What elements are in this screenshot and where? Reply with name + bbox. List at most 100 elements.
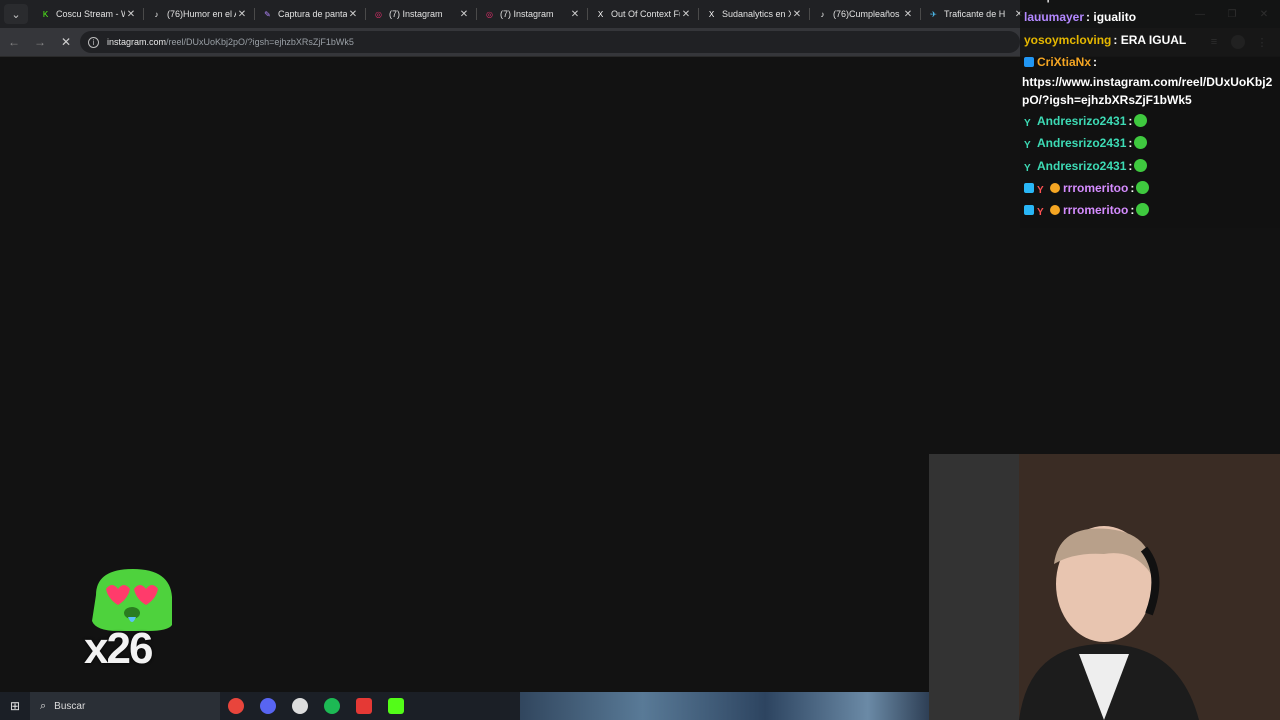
kick-icon: K	[42, 9, 49, 19]
instagram-icon: ◎	[375, 9, 382, 19]
obs-icon[interactable]	[284, 692, 316, 720]
taskbar-wallpaper-strip	[520, 692, 929, 720]
chat-partial-line: complete	[1024, 0, 1072, 3]
tab-close-icon[interactable]: ✕	[569, 9, 581, 20]
search-label: Buscar	[54, 700, 86, 712]
tab-title: (76)Cumpleaños d	[833, 9, 902, 19]
tab-title: Traficante de H	[944, 9, 1006, 19]
chat-separator: :	[1113, 33, 1118, 47]
emote-icon	[1136, 181, 1150, 194]
windows-start-icon[interactable]: ⊞	[0, 692, 30, 720]
tab-title: Coscu Stream - W	[56, 9, 125, 19]
chat-text: ERA IGUAL	[1120, 33, 1187, 47]
badge-icon: Y	[1037, 185, 1044, 196]
taskbar-search[interactable]: ⌕ Buscar	[30, 692, 220, 720]
streamer-image	[929, 454, 1280, 720]
chat-username: rrromeritoo	[1063, 181, 1129, 195]
chat-message: Y Andresrizo2431:	[1024, 114, 1148, 129]
tab-title: Captura de panta	[278, 9, 347, 19]
discord-icon[interactable]	[252, 692, 284, 720]
instagram-icon: ◎	[486, 9, 493, 19]
browser-tab[interactable]: ◎ (7) Instagram ✕	[476, 0, 587, 28]
chat-message: CriXtiaNx:	[1024, 55, 1097, 69]
chat-message: Yrrromeritoo:	[1024, 203, 1150, 218]
tab-title: (7) Instagram	[500, 9, 554, 19]
emote-count: x26	[84, 624, 153, 673]
tab-title: (76)Humor en el A	[167, 9, 236, 19]
tab-close-icon[interactable]: ✕	[902, 9, 914, 20]
pen-icon: ✎	[264, 9, 271, 19]
tab-close-icon[interactable]: ✕	[458, 9, 470, 20]
chat-username: Andresrizo2431	[1037, 159, 1127, 173]
badge-icon	[1050, 205, 1060, 215]
tab-title: Out Of Context Fu	[611, 9, 680, 19]
chat-message: yosoymcloving: ERA IGUAL	[1024, 33, 1186, 47]
chat-username: yosoymcloving	[1024, 33, 1112, 47]
tab-close-icon[interactable]: ✕	[125, 9, 137, 20]
forward-button[interactable]: →	[28, 30, 52, 54]
browser-tab[interactable]: ✎ Captura de panta ✕	[254, 0, 365, 28]
tab-title: (7) Instagram	[389, 9, 443, 19]
back-button[interactable]: ←	[2, 30, 26, 54]
badge-icon: Y	[1037, 207, 1044, 218]
tiktok-icon: ♪	[820, 9, 825, 19]
badge-icon	[1024, 183, 1034, 193]
spotify-icon[interactable]	[316, 692, 348, 720]
chat-username: Andresrizo2431	[1037, 114, 1127, 128]
tab-close-icon[interactable]: ✕	[236, 9, 248, 20]
chat-username: Andresrizo2431	[1037, 136, 1127, 150]
voicemod-icon[interactable]	[348, 692, 380, 720]
site-info-icon[interactable]: i	[88, 36, 99, 48]
browser-tab[interactable]: K Coscu Stream - W ✕	[32, 0, 143, 28]
browser-tab[interactable]: X Out Of Context Fu ✕	[587, 0, 698, 28]
chat-separator: :	[1130, 203, 1135, 217]
chat-separator: :	[1128, 136, 1133, 150]
x-icon: X	[708, 9, 715, 19]
badge-icon: Y	[1024, 163, 1031, 174]
chat-message: Yrrromeritoo:	[1024, 181, 1150, 196]
badge-icon: Y	[1024, 140, 1031, 151]
emote-icon	[1136, 203, 1150, 216]
kick-icon[interactable]	[380, 692, 412, 720]
emote-icon	[1134, 114, 1148, 127]
browser-tab[interactable]: X Sudanalytics en X ✕	[698, 0, 809, 28]
stop-loading-button[interactable]: ✕	[54, 30, 78, 54]
chat-separator: :	[1093, 55, 1098, 69]
chat-separator: :	[1128, 159, 1133, 173]
tab-title: Sudanalytics en X	[722, 9, 791, 19]
badge-icon	[1024, 57, 1034, 67]
tiktok-icon: ♪	[154, 9, 159, 19]
chat-separator: :	[1086, 10, 1091, 24]
bird-icon: ✈	[930, 9, 937, 19]
stream-chat-overlay: complete lauumayer: igualito yosoymclovi…	[1020, 0, 1280, 228]
browser-tab[interactable]: ♪ (76)Cumpleaños d ✕	[809, 0, 920, 28]
chat-link-text: https://www.instagram.com/reel/DUxUoKbj2…	[1022, 75, 1273, 107]
chat-message: lauumayer: igualito	[1024, 10, 1136, 24]
browser-tab[interactable]: ♪ (76)Humor en el A ✕	[143, 0, 254, 28]
chat-username: CriXtiaNx	[1037, 55, 1092, 69]
tab-close-icon[interactable]: ✕	[347, 9, 359, 20]
url-host: instagram.com	[107, 37, 167, 47]
chat-message: Y Andresrizo2431:	[1024, 159, 1148, 174]
chrome-icon[interactable]	[220, 692, 252, 720]
chat-separator: :	[1128, 114, 1133, 128]
search-icon: ⌕	[40, 699, 47, 712]
browser-tab[interactable]: ✈ Traficante de H ✕	[920, 0, 1031, 28]
chat-message: Y Andresrizo2431:	[1024, 136, 1148, 151]
taskbar: ⊞ ⌕ Buscar	[0, 692, 929, 720]
badge-icon	[1050, 183, 1060, 193]
address-bar[interactable]: i instagram.com/reel/DUxUoKbj2pO/?igsh=e…	[80, 31, 1020, 53]
webcam-feed	[929, 454, 1280, 720]
x-icon: X	[597, 9, 604, 19]
tab-close-icon[interactable]: ✕	[791, 9, 803, 20]
tabs-container: K Coscu Stream - W ✕ ♪ (76)Humor en el A ✕ ✎ Ca…	[32, 0, 1031, 28]
browser-tab[interactable]: ◎ (7) Instagram ✕	[365, 0, 476, 28]
emote-icon	[1134, 159, 1148, 172]
taskbar-apps	[220, 692, 412, 720]
tab-search-button[interactable]: ⌄	[4, 4, 28, 24]
chat-username: lauumayer	[1024, 10, 1085, 24]
chat-separator: :	[1130, 181, 1135, 195]
chat-text: igualito	[1093, 10, 1137, 24]
tab-close-icon[interactable]: ✕	[680, 9, 692, 20]
url-path: /reel/DUxUoKbj2pO/?igsh=ejhzbXRsZjF1bWk5	[166, 37, 354, 47]
